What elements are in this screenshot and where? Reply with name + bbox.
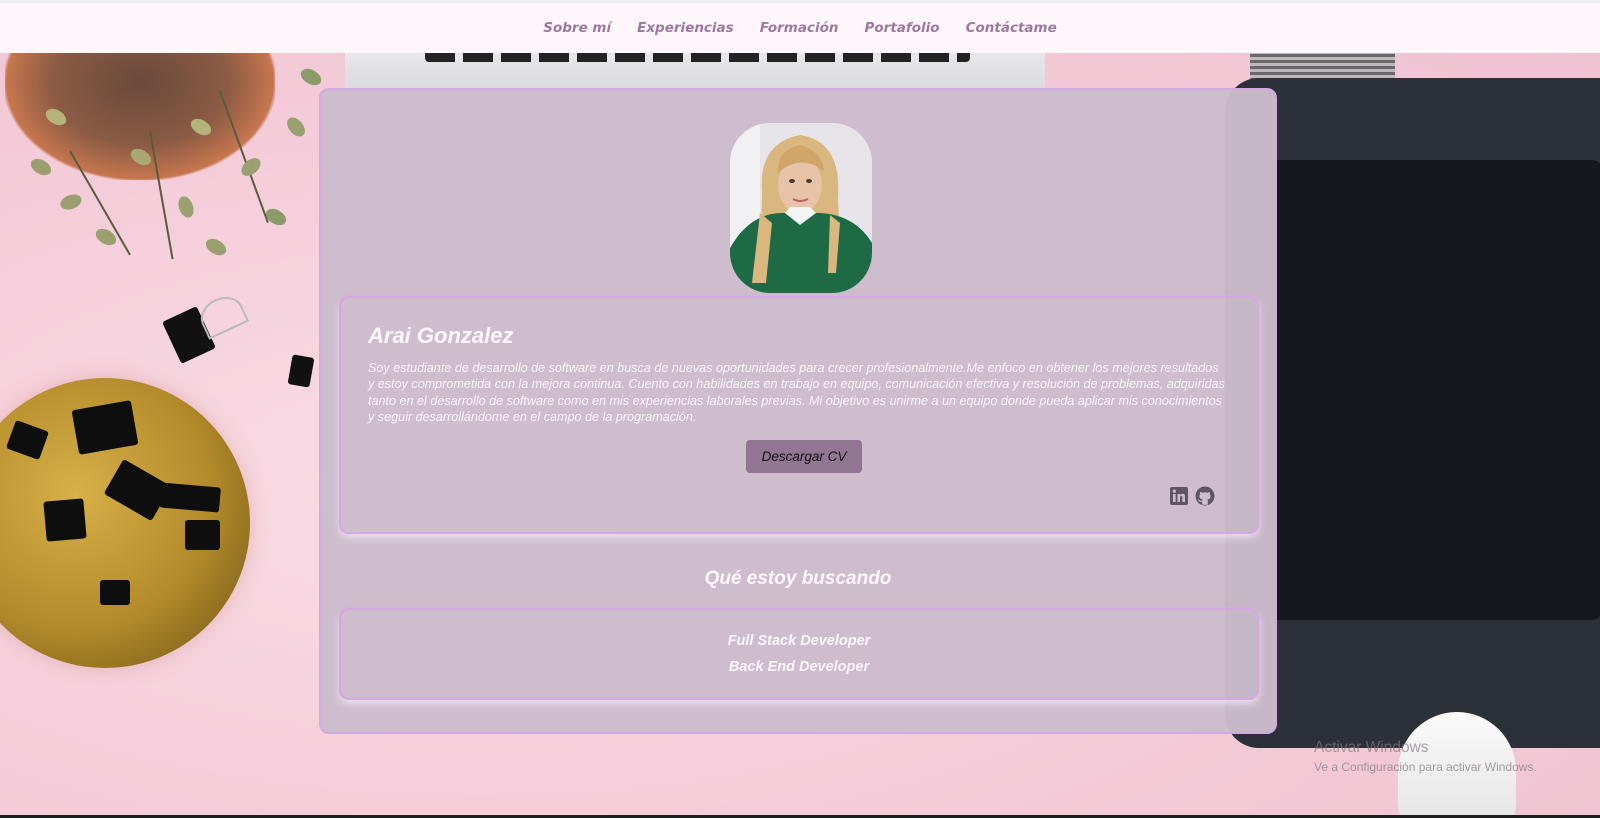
main-card: Arai Gonzalez Soy estudiante de desarrol… <box>319 88 1277 734</box>
seeking-item: Back End Developer <box>728 659 870 675</box>
profile-bio: Soy estudiante de desarrollo de software… <box>368 361 1225 425</box>
watermark-subtitle: Ve a Configuración para activar Windows. <box>1314 760 1537 774</box>
seeking-heading: Qué estoy buscando <box>704 568 892 589</box>
download-cv-button[interactable]: Descargar CV <box>746 440 862 473</box>
nav-link-experiencias[interactable]: Experiencias <box>637 20 734 36</box>
social-links <box>1169 486 1215 506</box>
nav-link-formacion[interactable]: Formación <box>760 20 839 36</box>
nav-link-contactame[interactable]: Contáctame <box>966 20 1057 36</box>
nav-link-portafolio[interactable]: Portafolio <box>865 20 940 36</box>
seeking-item: Full Stack Developer <box>727 633 871 649</box>
profile-section: Arai Gonzalez Soy estudiante de desarrol… <box>339 296 1259 534</box>
seeking-list: Full Stack Developer Back End Developer <box>339 608 1259 700</box>
nav-link-sobre-mi[interactable]: Sobre mí <box>543 20 611 36</box>
windows-activation-watermark: Activar Windows Ve a Configuración para … <box>1314 739 1537 774</box>
github-icon[interactable] <box>1195 486 1215 506</box>
watermark-title: Activar Windows <box>1314 739 1429 756</box>
profile-photo <box>730 123 872 293</box>
profile-name: Arai Gonzalez <box>368 323 514 348</box>
top-navigation: Sobre mí Experiencias Formación Portafol… <box>0 0 1600 53</box>
linkedin-icon[interactable] <box>1169 486 1189 506</box>
